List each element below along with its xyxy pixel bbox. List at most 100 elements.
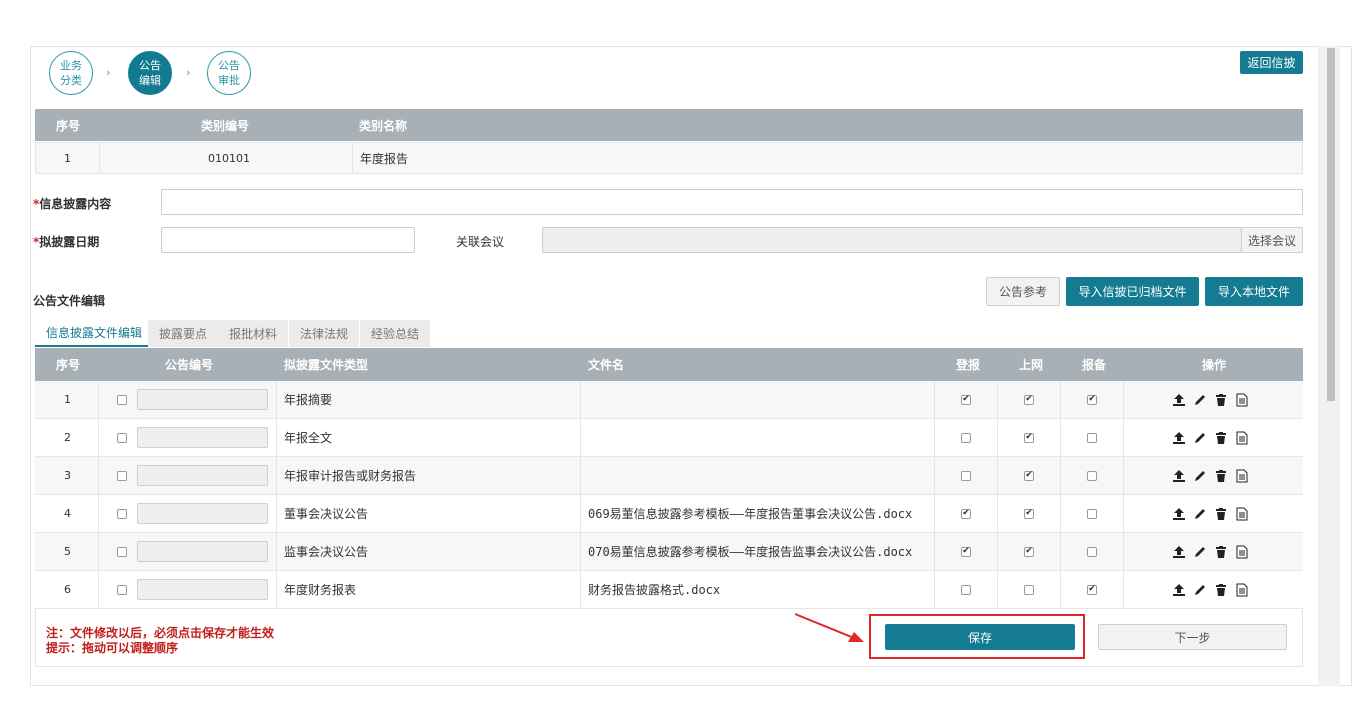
table-row[interactable]: 2 年报全文 ✔ <box>35 419 1303 457</box>
row-file-type: 年报摘要 <box>284 393 333 407</box>
table-row[interactable]: 1 年报摘要 ✔ ✔ ✔ <box>35 381 1303 419</box>
filing-checkbox[interactable]: ✔ <box>1087 394 1097 405</box>
upload-icon[interactable] <box>1172 393 1186 407</box>
chevron-right-icon: › <box>106 66 111 79</box>
save-button[interactable]: 保存 <box>885 624 1075 650</box>
announcement-number-input[interactable] <box>137 427 268 448</box>
step-announcement-approval[interactable]: 公告审批 <box>207 51 251 95</box>
announcement-number-input[interactable] <box>137 389 268 410</box>
newspaper-checkbox[interactable] <box>961 470 971 481</box>
upload-icon[interactable] <box>1172 507 1186 521</box>
announcement-number-input[interactable] <box>137 541 268 562</box>
import-local-button[interactable]: 导入本地文件 <box>1205 277 1303 306</box>
date-input[interactable] <box>161 227 415 253</box>
col-header-online: 上网 <box>1019 358 1044 372</box>
online-checkbox[interactable]: ✔ <box>1024 432 1034 443</box>
tab-experience[interactable]: 经验总结 <box>360 320 431 347</box>
row-filename-link[interactable]: 069易董信息披露参考模板——年度报告董事会决议公告.docx <box>588 495 912 532</box>
content-input[interactable] <box>161 189 1303 215</box>
edit-icon[interactable] <box>1193 431 1207 445</box>
back-button[interactable]: 返回信披 <box>1240 51 1303 74</box>
step-business-category[interactable]: 业务分类 <box>49 51 93 95</box>
tab-approval-materials[interactable]: 报批材料 <box>218 320 289 347</box>
row-seq: 5 <box>64 545 71 558</box>
row-filename-link[interactable]: 070易董信息披露参考模板——年度报告监事会决议公告.docx <box>588 533 912 570</box>
newspaper-checkbox[interactable] <box>961 432 971 443</box>
document-icon[interactable] <box>1235 545 1249 559</box>
row-file-type: 年报审计报告或财务报告 <box>284 469 417 483</box>
row-seq: 2 <box>64 431 71 444</box>
meeting-input <box>542 227 1242 253</box>
row-operations <box>1172 583 1249 597</box>
edit-icon[interactable] <box>1193 583 1207 597</box>
delete-icon[interactable] <box>1214 469 1228 483</box>
row-operations <box>1172 431 1249 445</box>
online-checkbox[interactable] <box>1024 584 1034 595</box>
table-row[interactable]: 6 年度财务报表 财务报告披露格式.docx ✔ <box>35 571 1303 609</box>
delete-icon[interactable] <box>1214 393 1228 407</box>
import-archived-button[interactable]: 导入信披已归档文件 <box>1066 277 1199 306</box>
row-select-checkbox[interactable] <box>117 394 127 405</box>
step-announcement-edit[interactable]: 公告编辑 <box>128 51 172 95</box>
filing-checkbox[interactable]: ✔ <box>1087 584 1097 595</box>
newspaper-checkbox[interactable] <box>961 584 971 595</box>
col-header-ops: 操作 <box>1202 358 1227 372</box>
row-file-type: 监事会决议公告 <box>284 545 369 559</box>
online-checkbox[interactable]: ✔ <box>1024 508 1034 519</box>
document-icon[interactable] <box>1235 393 1249 407</box>
newspaper-checkbox[interactable]: ✔ <box>961 546 971 557</box>
document-icon[interactable] <box>1235 507 1249 521</box>
row-select-checkbox[interactable] <box>117 584 127 595</box>
select-meeting-button[interactable]: 选择会议 <box>1241 227 1303 253</box>
document-icon[interactable] <box>1235 469 1249 483</box>
annotation-arrow <box>794 613 864 642</box>
row-select-checkbox[interactable] <box>117 546 127 557</box>
col-header-filename: 文件名 <box>588 358 625 372</box>
next-step-button[interactable]: 下一步 <box>1098 624 1287 650</box>
filing-checkbox[interactable] <box>1087 546 1097 557</box>
filing-checkbox[interactable] <box>1087 470 1097 481</box>
tab-file-edit[interactable]: 信息披露文件编辑 <box>35 320 154 347</box>
filing-checkbox[interactable] <box>1087 432 1097 443</box>
newspaper-checkbox[interactable]: ✔ <box>961 394 971 405</box>
row-seq: 3 <box>64 469 71 482</box>
newspaper-checkbox[interactable]: ✔ <box>961 508 971 519</box>
upload-icon[interactable] <box>1172 545 1186 559</box>
announcement-number-input[interactable] <box>137 579 268 600</box>
section-title: 公告文件编辑 <box>33 294 106 308</box>
scrollbar[interactable] <box>1318 46 1340 686</box>
announcement-number-input[interactable] <box>137 503 268 524</box>
filing-checkbox[interactable] <box>1087 508 1097 519</box>
delete-icon[interactable] <box>1214 507 1228 521</box>
online-checkbox[interactable]: ✔ <box>1024 546 1034 557</box>
table-row[interactable]: 4 董事会决议公告 069易董信息披露参考模板——年度报告董事会决议公告.doc… <box>35 495 1303 533</box>
scrollbar-thumb[interactable] <box>1327 48 1335 401</box>
edit-icon[interactable] <box>1193 469 1207 483</box>
online-checkbox[interactable]: ✔ <box>1024 470 1034 481</box>
row-select-checkbox[interactable] <box>117 508 127 519</box>
row-select-checkbox[interactable] <box>117 470 127 481</box>
table-row[interactable]: 3 年报审计报告或财务报告 ✔ <box>35 457 1303 495</box>
table-row[interactable]: 5 监事会决议公告 070易董信息披露参考模板——年度报告监事会决议公告.doc… <box>35 533 1303 571</box>
row-select-checkbox[interactable] <box>117 432 127 443</box>
document-icon[interactable] <box>1235 583 1249 597</box>
online-checkbox[interactable]: ✔ <box>1024 394 1034 405</box>
tab-laws[interactable]: 法律法规 <box>289 320 360 347</box>
delete-icon[interactable] <box>1214 545 1228 559</box>
delete-icon[interactable] <box>1214 431 1228 445</box>
reference-button[interactable]: 公告参考 <box>986 277 1060 306</box>
row-filename-link[interactable]: 财务报告披露格式.docx <box>588 571 720 608</box>
edit-icon[interactable] <box>1193 393 1207 407</box>
document-icon[interactable] <box>1235 431 1249 445</box>
delete-icon[interactable] <box>1214 583 1228 597</box>
tab-key-points[interactable]: 披露要点 <box>148 320 219 347</box>
col-header-name: 类别名称 <box>359 118 408 133</box>
note-drag: 提示：拖动可以调整顺序 <box>46 641 179 655</box>
edit-icon[interactable] <box>1193 507 1207 521</box>
upload-icon[interactable] <box>1172 583 1186 597</box>
edit-icon[interactable] <box>1193 545 1207 559</box>
upload-icon[interactable] <box>1172 431 1186 445</box>
col-header-seq: 序号 <box>56 118 81 133</box>
upload-icon[interactable] <box>1172 469 1186 483</box>
announcement-number-input[interactable] <box>137 465 268 486</box>
